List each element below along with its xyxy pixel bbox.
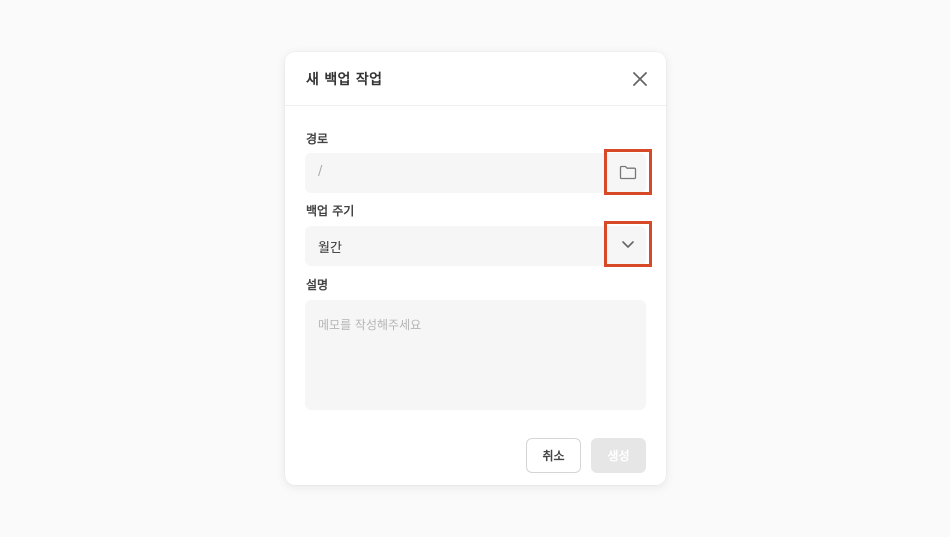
new-backup-dialog: 새 백업 작업 경로 / 백업 주기 월간 설명 취소 생성 (285, 52, 666, 485)
cancel-button[interactable]: 취소 (526, 438, 581, 473)
close-icon (633, 72, 647, 86)
schedule-label: 백업 주기 (306, 204, 355, 218)
schedule-select[interactable]: 월간 (305, 226, 646, 266)
dialog-header: 새 백업 작업 (285, 52, 666, 106)
close-button[interactable] (629, 68, 651, 90)
browse-folder-button[interactable] (604, 149, 652, 195)
chevron-down-icon (622, 240, 634, 248)
create-button[interactable]: 생성 (591, 438, 646, 473)
schedule-dropdown-toggle[interactable] (604, 221, 652, 267)
description-label: 설명 (306, 278, 329, 292)
schedule-selected-value: 월간 (318, 241, 342, 256)
folder-icon (619, 165, 637, 179)
description-textarea[interactable] (305, 300, 646, 410)
dialog-title: 새 백업 작업 (306, 72, 383, 88)
path-label: 경로 (306, 132, 329, 146)
path-input[interactable]: / (305, 153, 646, 193)
path-value: / (318, 164, 323, 179)
